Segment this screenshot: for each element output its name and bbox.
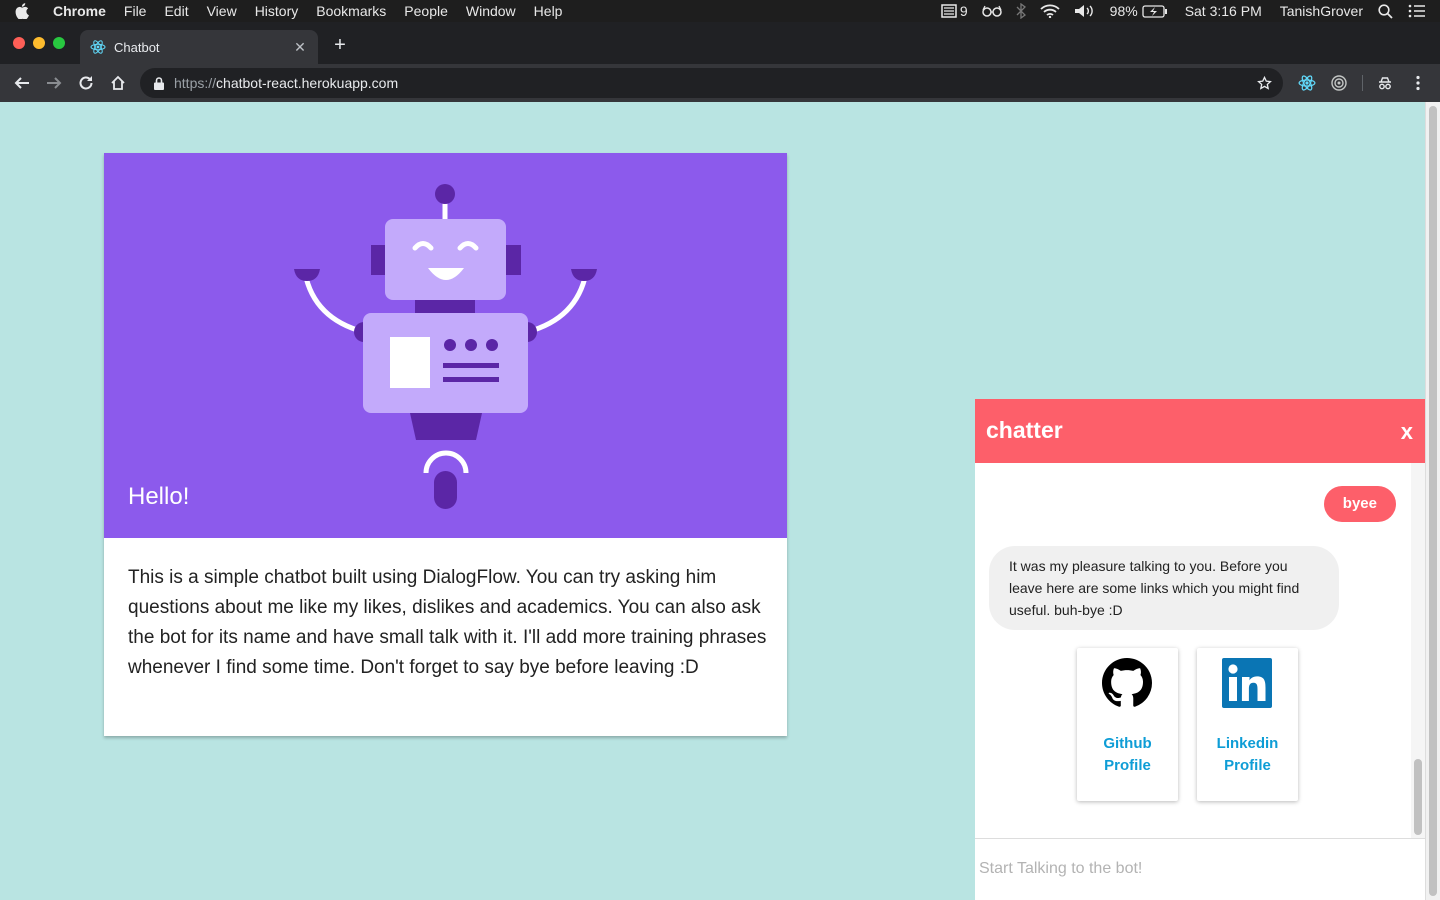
chat-scrollbar[interactable]: [1411, 463, 1425, 838]
linkedin-icon: [1222, 658, 1272, 708]
linkedin-profile-label: Linkedin Profile: [1197, 733, 1298, 777]
url-host: chatbot-react.herokuapp.com: [216, 75, 399, 91]
toolbar-divider: [1362, 75, 1363, 91]
tab-title: Chatbot: [114, 39, 160, 55]
notification-count: 9: [959, 3, 968, 19]
page-viewport: Hello! This is a simple chatbot built us…: [0, 102, 1440, 900]
home-icon: [111, 75, 125, 90]
bluetooth-icon[interactable]: [1009, 3, 1033, 19]
wifi-icon[interactable]: [1033, 4, 1067, 18]
incognito-profile-button[interactable]: [1375, 73, 1395, 93]
react-icon: [1298, 75, 1316, 91]
notification-center-icon[interactable]: [1400, 4, 1440, 18]
linkedin-label-line2: Profile: [1224, 757, 1271, 774]
glasses-icon[interactable]: [975, 5, 1009, 17]
reload-button[interactable]: [76, 73, 96, 93]
volume-icon[interactable]: [1067, 4, 1103, 18]
menu-history[interactable]: History: [246, 0, 308, 22]
page-scrollbar[interactable]: [1425, 102, 1440, 900]
new-tab-button[interactable]: +: [330, 35, 350, 55]
user-message-bubble: byee: [1323, 486, 1396, 522]
notification-status[interactable]: 9: [934, 0, 975, 22]
tab-close-icon[interactable]: ✕: [292, 39, 308, 55]
reload-icon: [79, 76, 93, 90]
menu-app-name[interactable]: Chrome: [44, 0, 115, 22]
browser-toolbar: https://chatbot-react.herokuapp.com: [0, 64, 1440, 102]
browser-tab-strip: Chatbot ✕ +: [0, 22, 1440, 64]
react-devtools-extension[interactable]: [1297, 73, 1317, 93]
kebab-menu-icon: [1416, 75, 1420, 91]
url-scheme: https://: [174, 75, 217, 91]
browser-tab[interactable]: Chatbot ✕: [80, 30, 318, 64]
menu-window[interactable]: Window: [457, 0, 525, 22]
menu-view[interactable]: View: [198, 0, 246, 22]
battery-charging-icon: [1142, 4, 1167, 18]
intro-card: Hello! This is a simple chatbot built us…: [104, 153, 787, 736]
github-profile-link[interactable]: Github Profile: [1077, 648, 1178, 801]
user-name[interactable]: TanishGrover: [1272, 0, 1371, 22]
linkedin-profile-link[interactable]: Linkedin Profile: [1197, 648, 1298, 801]
github-icon: [1102, 658, 1152, 707]
incognito-icon: [1379, 77, 1391, 90]
window-close-button[interactable]: [13, 37, 25, 49]
linkedin-label-line1: Linkedin: [1216, 735, 1279, 752]
spotlight-search-icon[interactable]: [1371, 3, 1400, 19]
chat-message-input[interactable]: [979, 857, 1409, 881]
github-label-line1: Github: [1103, 735, 1152, 752]
lock-icon: [154, 76, 164, 90]
chat-title: chatter: [986, 417, 1063, 443]
github-label-line2: Profile: [1104, 757, 1151, 774]
chat-widget: chatter x byee It was my pleasure talkin…: [975, 399, 1425, 900]
bot-message-bubble: It was my pleasure talking to you. Befor…: [989, 546, 1339, 630]
menu-bookmarks[interactable]: Bookmarks: [307, 0, 395, 22]
react-favicon-icon: [90, 40, 106, 54]
battery-status[interactable]: 98%: [1103, 0, 1175, 22]
window-zoom-button[interactable]: [53, 37, 65, 49]
chat-header: chatter x: [975, 399, 1425, 463]
window-minimize-button[interactable]: [33, 37, 45, 49]
stack-icon: [941, 4, 957, 18]
github-profile-label: Github Profile: [1077, 733, 1178, 777]
chat-scrollbar-thumb[interactable]: [1414, 759, 1422, 835]
chat-message-list[interactable]: byee It was my pleasure talking to you. …: [975, 463, 1425, 838]
forward-button[interactable]: [44, 73, 64, 93]
apple-icon[interactable]: [0, 3, 44, 19]
card-description: This is a simple chatbot built using Dia…: [128, 567, 767, 678]
menu-edit[interactable]: Edit: [155, 0, 197, 22]
battery-percent: 98%: [1109, 3, 1138, 19]
clock[interactable]: Sat 3:16 PM: [1175, 0, 1272, 22]
menu-help[interactable]: Help: [525, 0, 572, 22]
macos-menubar: Chrome File Edit View History Bookmarks …: [0, 0, 1440, 22]
arrow-right-icon: [47, 77, 62, 89]
bookmark-star-icon[interactable]: [1257, 76, 1272, 91]
page-scrollbar-thumb[interactable]: [1429, 106, 1437, 896]
back-button[interactable]: [12, 73, 32, 93]
card-media: Hello!: [104, 153, 787, 538]
card-title: Hello!: [128, 483, 190, 510]
arrow-left-icon: [14, 77, 29, 89]
menu-people[interactable]: People: [395, 0, 457, 22]
target-extension[interactable]: [1329, 73, 1349, 93]
chat-close-button[interactable]: x: [1401, 419, 1413, 445]
chat-input-bar: [975, 838, 1425, 900]
robot-illustration-icon: [294, 184, 597, 509]
home-button[interactable]: [108, 73, 128, 93]
menu-file[interactable]: File: [115, 0, 156, 22]
target-icon: [1331, 75, 1347, 91]
address-bar[interactable]: https://chatbot-react.herokuapp.com: [140, 68, 1283, 98]
browser-menu-button[interactable]: [1408, 73, 1428, 93]
